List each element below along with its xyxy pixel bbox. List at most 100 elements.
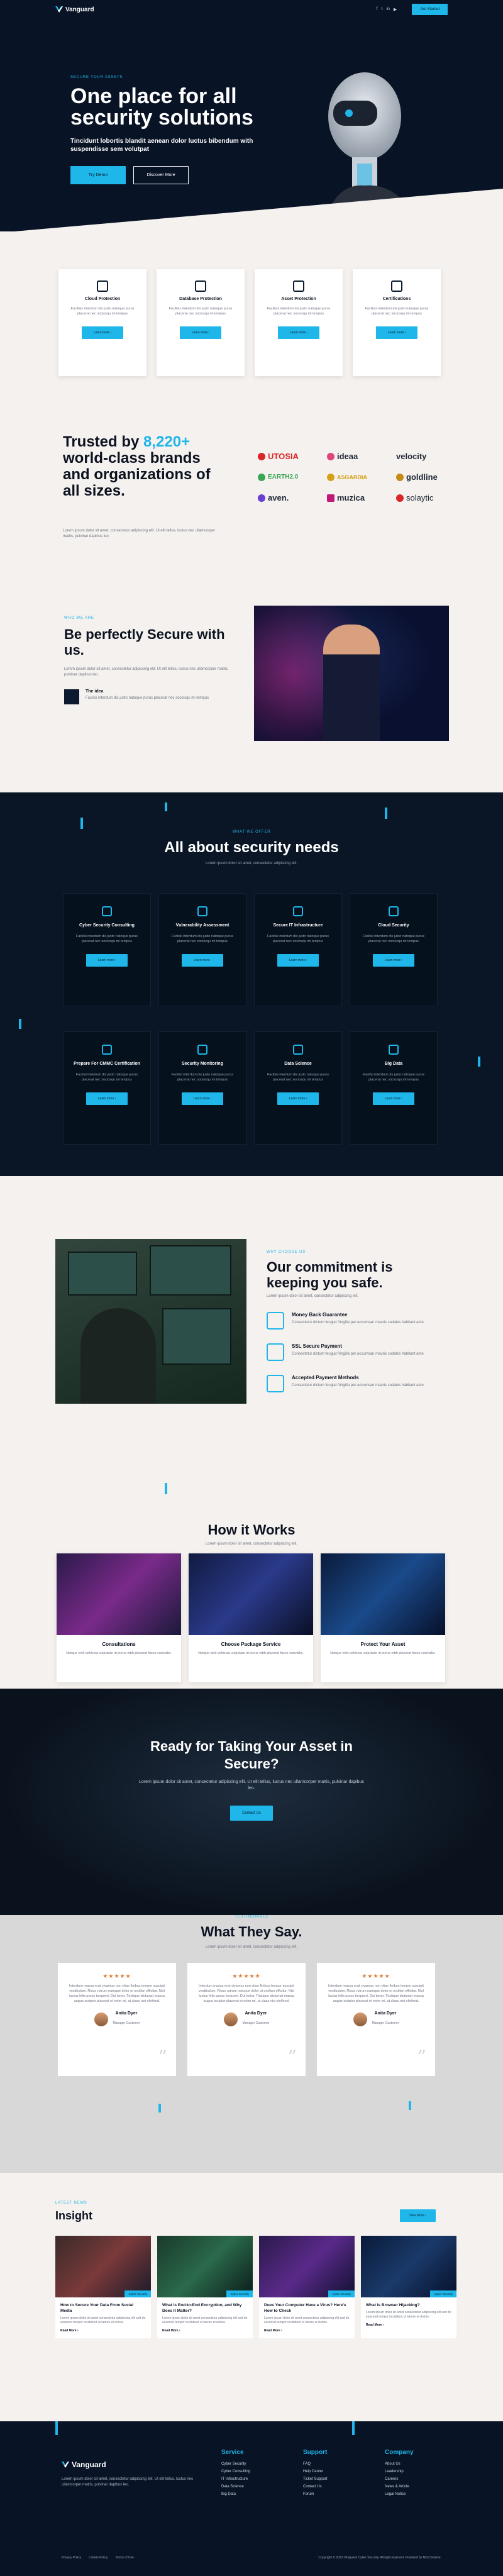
cta-section: Ready for Taking Your Asset in Secure? L… <box>0 1689 503 1915</box>
brand-logo-solaytic: solaytic <box>396 493 465 502</box>
discover-more-button[interactable]: Discover More <box>133 166 189 184</box>
learn-more-button[interactable]: Learn more › <box>277 326 320 339</box>
footer-link[interactable]: Data Science <box>221 2485 284 2489</box>
footer-link[interactable]: Leadership <box>385 2470 448 2473</box>
trusted-section: Trusted by 8,220+ world-class brands and… <box>0 382 503 546</box>
learn-more-button[interactable]: Learn more › <box>375 326 418 339</box>
read-more-link[interactable]: Read More › <box>259 2325 355 2336</box>
read-more-link[interactable]: Read More › <box>361 2319 456 2331</box>
service-card: Secure IT Infrastructure Facilisi interdu… <box>254 893 342 1006</box>
feature-text: Facilisis interdum dis justo natoque pur… <box>365 307 429 316</box>
testimonials-title: What They Say. <box>201 1924 302 1940</box>
read-more-link[interactable]: Read More › <box>157 2325 253 2336</box>
vr-man-image <box>254 606 449 741</box>
learn-more-button[interactable]: Learn more › <box>181 1092 224 1105</box>
learn-more-button[interactable]: Learn more › <box>277 954 319 967</box>
footer-link[interactable]: Help Center <box>303 2470 366 2473</box>
cloud-icon <box>389 906 399 916</box>
testimonial-role: Manager Customer <box>372 2021 399 2025</box>
cta-text: Lorem ipsum dolor sit amet, consectetur … <box>139 1780 364 1790</box>
brand-logo-muzica: muzica <box>327 493 396 502</box>
learn-more-button[interactable]: Learn more › <box>372 1092 415 1105</box>
footer-column-title: Support <box>303 2449 328 2456</box>
payment-card-icon <box>267 1375 284 1392</box>
footer-link[interactable]: Big Data <box>221 2492 284 2496</box>
quote-icon: ” <box>158 2046 167 2067</box>
post-card[interactable]: Cyber Security How to Secure Your Data Fr… <box>55 2236 151 2338</box>
terms-link[interactable]: Terms of Use <box>115 2556 133 2560</box>
cloud-shield-icon <box>97 280 108 292</box>
learn-more-button[interactable]: Learn more › <box>181 954 224 967</box>
certificate-icon <box>391 280 402 292</box>
features-section: Cloud Protection Facilisis interdum dis j… <box>0 231 503 382</box>
view-more-button[interactable]: View More › <box>400 2209 436 2222</box>
learn-more-button[interactable]: Learn more › <box>86 954 128 967</box>
service-title: Big Data <box>384 1062 403 1066</box>
facebook-icon[interactable]: f <box>377 7 378 12</box>
footer-column-title: Company <box>385 2449 414 2456</box>
footer-link[interactable]: Cyber Security <box>221 2462 284 2466</box>
footer-link[interactable]: Cyber Consulting <box>221 2470 284 2473</box>
service-text: Facilisi interdum dis justo natoque puru… <box>362 935 425 943</box>
read-more-link[interactable]: Read More › <box>55 2325 151 2336</box>
post-card[interactable]: Cyber Security What Is End-to-End Encrypt… <box>157 2236 253 2338</box>
feature-title: Certifications <box>382 297 411 301</box>
footer-logo[interactable]: Vanguard <box>62 2460 106 2469</box>
cookie-policy-link[interactable]: Cookie Policy <box>89 2556 108 2560</box>
learn-more-button[interactable]: Learn more › <box>81 326 124 339</box>
insight-section: Latest news Insight View More › Cyber Se… <box>0 2173 503 2421</box>
post-title[interactable]: Does Your Computer Have a Virus? Here's … <box>259 2297 355 2316</box>
post-card[interactable]: Cyber Security What Is Browser Hijacking?… <box>361 2236 456 2338</box>
post-title[interactable]: What Is End-to-End Encryption, and Why D… <box>157 2297 253 2316</box>
post-title[interactable]: What Is Browser Hijacking? <box>361 2297 456 2311</box>
contact-us-button[interactable]: Contact Us <box>230 1806 273 1821</box>
get-started-button[interactable]: Get Started <box>412 4 448 15</box>
privacy-policy-link[interactable]: Privacy Policy <box>62 2556 81 2560</box>
learn-more-button[interactable]: Learn more › <box>372 954 415 967</box>
post-tag: Cyber Security <box>430 2290 456 2297</box>
step-title: Consultations <box>102 1641 136 1647</box>
footer-link[interactable]: Contact Us <box>303 2485 366 2489</box>
idea-icon <box>64 689 79 704</box>
step-text: Netque velit vehicula vulputate id purus… <box>198 1652 304 1655</box>
twitter-icon[interactable]: t <box>382 7 383 12</box>
service-card: Big Data Facilisi interdum dis justo nato… <box>350 1031 438 1145</box>
post-title[interactable]: How to Secure Your Data From Social Medi… <box>55 2297 151 2316</box>
footer-link[interactable]: About Us <box>385 2462 448 2466</box>
footer-link[interactable]: Legal Notice <box>385 2492 448 2496</box>
feature-card: Asset Protection Facilisis interdum dis j… <box>255 269 343 376</box>
feature-text: Facilisis interdum dis justo natoque pur… <box>169 307 233 316</box>
testimonials-section: Testimonials What They Say. Lorem ipsum … <box>0 1915 503 2173</box>
feature-title: Asset Protection <box>281 297 316 301</box>
footer-link[interactable]: Ticket Support <box>303 2477 366 2481</box>
brand-logo-earth: EARTH2.0 <box>258 472 327 482</box>
youtube-icon[interactable]: ▶ <box>394 7 397 12</box>
footer-link[interactable]: News & Article <box>385 2485 448 2489</box>
footer-link[interactable]: Forum <box>303 2492 366 2496</box>
testimonial-text: Interdum massa erat vivamus non vitae fi… <box>199 1984 294 2003</box>
step-image <box>189 1553 313 1635</box>
learn-more-button[interactable]: Learn more › <box>86 1092 128 1105</box>
footer-link[interactable]: FAQ <box>303 2462 366 2466</box>
how-title: How it Works <box>207 1522 296 1538</box>
learn-more-button[interactable]: Learn more › <box>179 326 222 339</box>
step-card: Choose Package Service Netque velit vehic… <box>189 1553 313 1682</box>
trusted-title: Trusted by 8,220+ world-class brands and… <box>63 434 226 499</box>
brand-logo[interactable]: Vanguard <box>55 6 94 13</box>
post-image: Cyber Security <box>361 2236 456 2297</box>
vulnerability-icon <box>197 906 207 916</box>
linkedin-icon[interactable]: in <box>386 7 389 12</box>
try-demo-button[interactable]: Try Demo <box>70 166 126 184</box>
testimonial-name: Anita Dyer <box>245 2011 267 2016</box>
post-card[interactable]: Cyber Security Does Your Computer Have a … <box>259 2236 355 2338</box>
service-title: Secure IT Infrastructure <box>273 923 323 928</box>
footer-column-support: Support FAQ Help Center Ticket Support Conta… <box>303 2449 366 2500</box>
commitment-item-title: Accepted Payment Methods <box>292 1375 359 1380</box>
how-it-works-section: How it Works Lorem ipsum dolor sit amet,… <box>0 1472 503 1689</box>
testimonial-role: Manager Customer <box>113 2021 140 2025</box>
footer-link[interactable]: Careers <box>385 2477 448 2481</box>
post-excerpt: Lorem ipsum dolor sit amet consectetur a… <box>162 2316 248 2324</box>
learn-more-button[interactable]: Learn more › <box>277 1092 319 1105</box>
footer-link[interactable]: IT Infrastructure <box>221 2477 284 2481</box>
post-image: Cyber Security <box>55 2236 151 2297</box>
